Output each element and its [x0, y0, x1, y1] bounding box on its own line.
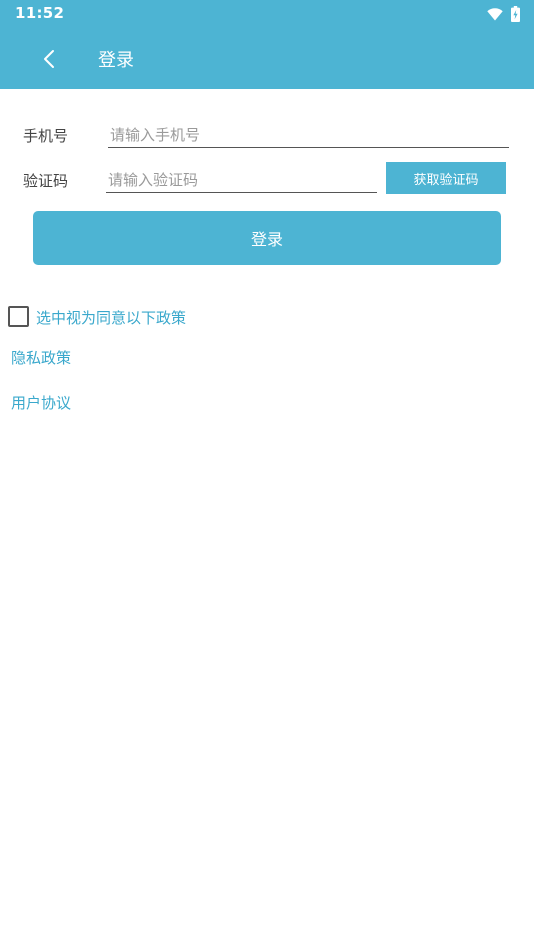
- back-button[interactable]: [32, 42, 66, 76]
- agree-checkbox[interactable]: [8, 306, 29, 327]
- user-agreement-link[interactable]: 用户协议: [11, 392, 71, 413]
- status-icons: [487, 5, 520, 23]
- code-input[interactable]: [106, 167, 377, 193]
- toolbar: 登录: [0, 28, 534, 89]
- status-time: 11:52: [15, 4, 65, 22]
- battery-charging-icon: [511, 6, 520, 22]
- phone-input[interactable]: [108, 122, 509, 148]
- agree-text: 选中视为同意以下政策: [36, 309, 187, 327]
- privacy-policy-link[interactable]: 隐私政策: [11, 347, 71, 368]
- login-button[interactable]: 登录: [33, 211, 501, 265]
- chevron-left-icon: [44, 50, 54, 68]
- wifi-icon: [487, 7, 503, 20]
- phone-label: 手机号: [23, 127, 69, 145]
- code-label: 验证码: [23, 172, 69, 190]
- status-bar: 11:52: [0, 0, 534, 28]
- get-code-button[interactable]: 获取验证码: [386, 162, 506, 194]
- page-title: 登录: [98, 50, 134, 71]
